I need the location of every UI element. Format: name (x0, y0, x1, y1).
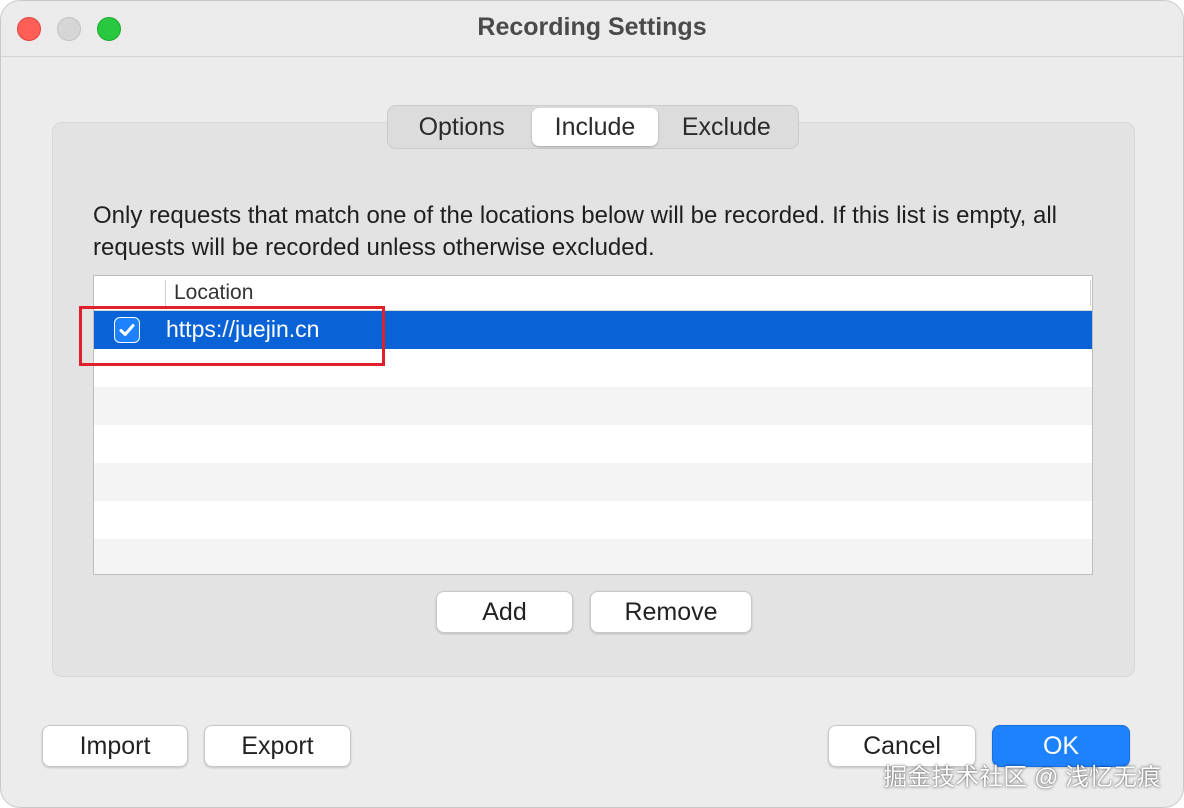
column-divider (1090, 280, 1092, 306)
location-column-header[interactable]: Location (174, 281, 253, 305)
empty-table-row (94, 425, 1092, 463)
watermark-text: 掘金技术社区 @ 浅忆无痕 (883, 764, 1161, 791)
tab-exclude[interactable]: Exclude (658, 108, 795, 146)
recording-settings-window: Recording Settings Options Include Exclu… (0, 0, 1184, 808)
window-title: Recording Settings (477, 13, 707, 41)
import-button[interactable]: Import (42, 725, 188, 767)
remove-button[interactable]: Remove (590, 591, 752, 633)
empty-table-row (94, 501, 1092, 539)
include-description: Only requests that match one of the loca… (93, 202, 1058, 261)
empty-table-row (94, 539, 1092, 574)
checkbox-column-header[interactable] (94, 280, 166, 306)
tab-include[interactable]: Include (532, 108, 658, 146)
title-bar: Recording Settings (1, 1, 1183, 57)
empty-table-row (94, 387, 1092, 425)
tab-bar: Options Include Exclude (387, 105, 799, 149)
annotation-highlight-box (79, 306, 385, 366)
export-button[interactable]: Export (204, 725, 351, 767)
tab-options[interactable]: Options (391, 108, 532, 146)
add-button[interactable]: Add (436, 591, 573, 633)
empty-table-row (94, 463, 1092, 501)
